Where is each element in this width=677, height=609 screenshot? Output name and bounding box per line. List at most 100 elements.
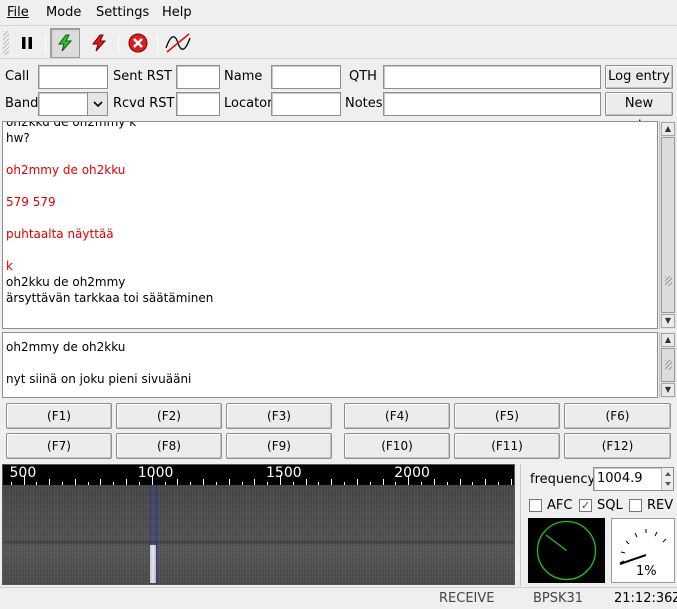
panel-divider xyxy=(520,464,521,586)
band-label: Band xyxy=(5,96,39,111)
spin-arrows-icon xyxy=(665,472,671,486)
scroll-down-button[interactable]: ▼ xyxy=(661,314,675,328)
log-entry-button[interactable]: Log entry xyxy=(605,65,673,89)
sql-label: SQL xyxy=(597,498,623,513)
pause-icon xyxy=(22,37,32,49)
band-combo[interactable] xyxy=(38,92,108,116)
tune-button[interactable] xyxy=(163,28,193,58)
afc-checkbox[interactable] xyxy=(529,499,542,512)
macro-button-f6[interactable]: (F6) xyxy=(564,403,671,429)
receive-scrollbar[interactable]: ▲ ▼ xyxy=(659,121,676,329)
receive-line: 579 579 xyxy=(6,195,56,209)
menu-file-label: File xyxy=(7,5,29,20)
scroll-down-button[interactable]: ▼ xyxy=(661,383,675,397)
menu-help[interactable]: Help xyxy=(162,5,192,20)
status-state: RECEIVE xyxy=(439,591,495,606)
frequency-value: 1004.9 xyxy=(597,471,643,486)
menu-settings-label: Settings xyxy=(96,5,150,20)
name-input[interactable] xyxy=(271,65,341,89)
qth-input[interactable] xyxy=(383,65,601,89)
locator-input[interactable] xyxy=(271,92,341,116)
transmit-lightning-icon xyxy=(91,34,107,52)
name-label: Name xyxy=(224,69,263,84)
menu-mode[interactable]: Mode xyxy=(46,5,81,20)
scroll-up-button[interactable]: ▲ xyxy=(661,333,675,347)
scroll-grip xyxy=(665,276,672,286)
receive-text-pane[interactable]: oh2kku de oh2mmy k hw? oh2mmy de oh2kku 579… xyxy=(2,121,658,329)
phase-scope xyxy=(528,518,605,583)
scale-label: 1500 xyxy=(266,465,302,481)
frequency-spinner[interactable]: 1004.9 xyxy=(593,467,674,491)
locator-label: Locator xyxy=(224,96,273,111)
qth-label: QTH xyxy=(349,69,377,84)
waterfall-spectrogram[interactable] xyxy=(3,485,514,584)
macro-button-f7[interactable]: (F7) xyxy=(6,433,112,459)
abort-icon xyxy=(128,33,148,53)
macro-button-f12[interactable]: (F12) xyxy=(564,433,671,459)
macro-button-f9[interactable]: (F9) xyxy=(226,433,332,459)
macro-button-f5[interactable]: (F5) xyxy=(454,403,560,429)
transmit-button[interactable] xyxy=(84,28,114,58)
call-input[interactable] xyxy=(38,65,108,89)
receive-line: oh2kku de oh2mmy k xyxy=(6,121,137,129)
pause-button[interactable] xyxy=(12,28,42,58)
new-entry-button[interactable]: New entry xyxy=(605,92,673,133)
macro-button-f3[interactable]: (F3) xyxy=(226,403,332,429)
macro-button-f10[interactable]: (F10) xyxy=(344,433,450,459)
receive-scroll-thumb[interactable] xyxy=(661,137,675,313)
notes-label: Notes xyxy=(345,96,383,111)
notes-input[interactable] xyxy=(383,92,601,116)
phase-scope-graphic xyxy=(536,520,597,581)
receive-line: k xyxy=(6,259,13,273)
abort-button[interactable] xyxy=(123,28,153,58)
toolbar-separator xyxy=(157,35,158,53)
menu-mode-label: Mode xyxy=(46,5,82,20)
frequency-scale[interactable]: 500 1000 1500 2000 xyxy=(3,465,514,485)
sent-rst-input[interactable] xyxy=(176,65,220,89)
rcvd-rst-input[interactable] xyxy=(176,92,220,116)
scroll-grip xyxy=(665,360,672,370)
macro-button-f8[interactable]: (F8) xyxy=(116,433,222,459)
receive-line: puhtaalta näyttää xyxy=(6,227,114,241)
afc-label: AFC xyxy=(547,498,573,513)
rev-label: REV xyxy=(647,498,674,513)
sql-checkbox[interactable]: ✓ xyxy=(579,499,592,512)
squelch-level-text: 1% xyxy=(636,564,657,579)
receive-line: oh2mmy de oh2kku xyxy=(6,163,126,177)
receive-button[interactable] xyxy=(50,28,80,58)
menu-file[interactable]: File xyxy=(7,5,29,20)
squelch-meter: 1% xyxy=(611,518,675,583)
scale-label: 500 xyxy=(9,465,37,481)
scroll-up-button[interactable]: ▲ xyxy=(661,122,675,136)
menu-help-label: Help xyxy=(162,5,192,20)
macro-button-f1[interactable]: (F1) xyxy=(6,403,112,429)
menubar: File Mode Settings Help xyxy=(0,0,677,26)
toolbar-separator xyxy=(45,35,46,53)
rev-checkbox[interactable] xyxy=(629,499,642,512)
toolbar-grip[interactable] xyxy=(3,31,9,55)
sent-rst-label: Sent RST xyxy=(113,69,172,84)
transmit-scroll-thumb[interactable] xyxy=(661,348,675,382)
transmit-line: oh2mmy de oh2kku xyxy=(6,340,126,354)
call-label: Call xyxy=(5,69,30,84)
carrier-marker-right xyxy=(156,485,158,584)
tune-icon xyxy=(165,33,191,53)
statusbar: RECEIVE BPSK31 21:12:36Z xyxy=(0,587,677,609)
transmit-text-pane[interactable]: oh2mmy de oh2kku nyt siinä on joku pieni … xyxy=(2,332,658,398)
band-dropdown-button[interactable] xyxy=(87,93,107,115)
toolbar xyxy=(0,27,677,59)
macro-button-f2[interactable]: (F2) xyxy=(116,403,222,429)
macro-button-f4[interactable]: (F4) xyxy=(344,403,450,429)
transmit-scrollbar[interactable]: ▲ ▼ xyxy=(659,332,676,398)
status-mode: BPSK31 xyxy=(533,591,584,606)
scale-label: 2000 xyxy=(394,465,430,481)
receive-lightning-icon xyxy=(57,34,73,52)
waterfall-display[interactable]: 500 1000 1500 2000 xyxy=(2,464,515,585)
macro-button-f11[interactable]: (F11) xyxy=(454,433,560,459)
frequency-spin-buttons[interactable] xyxy=(661,468,673,490)
transmit-line: nyt siinä on joku pieni sivuääni xyxy=(6,372,192,386)
toolbar-separator xyxy=(118,35,119,53)
rcvd-rst-label: Rcvd RST xyxy=(113,96,175,111)
menu-settings[interactable]: Settings xyxy=(96,5,149,20)
status-time: 21:12:36Z xyxy=(614,591,677,606)
